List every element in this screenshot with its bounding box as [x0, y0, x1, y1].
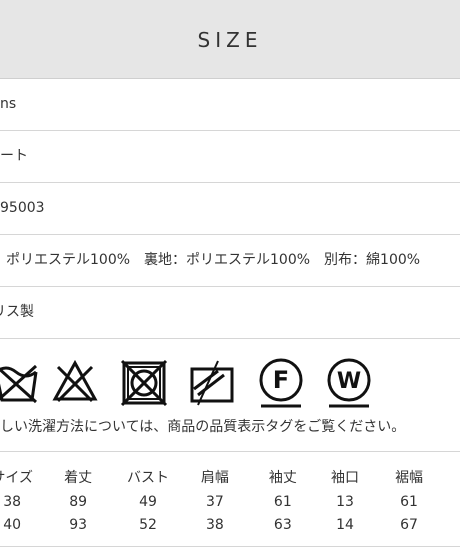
col-length: 着丈: [64, 470, 93, 486]
table-cell: 37: [206, 493, 224, 510]
table-cell: 67: [400, 516, 418, 533]
table-row: 40 93 52 38 63 14 67: [0, 513, 444, 536]
no-bleach-icon: [52, 359, 98, 403]
table-cell: 14: [336, 516, 354, 533]
care-icons: F W: [0, 345, 460, 415]
page-title: SIZE: [197, 28, 263, 52]
size-header: SIZE: [0, 0, 460, 79]
line-dry-icon: [190, 360, 234, 406]
table-cell: 63: [273, 516, 292, 533]
table-cell: 38: [206, 516, 224, 533]
detail-text: ns: [0, 96, 17, 112]
no-dry-clean-icon: [120, 359, 168, 407]
col-bust: バスト: [126, 470, 169, 486]
table-cell: 61: [400, 493, 418, 510]
detail-row: ns: [0, 79, 460, 131]
table-cell: 89: [69, 493, 88, 510]
svg-text:F: F: [273, 366, 289, 394]
table-cell: 13: [336, 493, 354, 510]
col-cuff: 袖口: [330, 470, 359, 486]
table-cell: 40: [3, 516, 22, 533]
divider: [0, 546, 460, 547]
origin-row: ギリス製: [0, 287, 460, 339]
col-sleeve: 袖丈: [268, 470, 297, 486]
material-row: 地：ポリエステル100% 裏地：ポリエステル100% 別布：綿100%: [0, 235, 460, 287]
size-table: サイズ 着丈 バスト 肩幅 袖丈 袖口 裾幅 38 89 49 37 61 13…: [0, 464, 444, 536]
col-hem: 裾幅: [395, 470, 424, 486]
w-wet-clean-icon: W: [327, 358, 371, 408]
col-shoulder: 肩幅: [200, 470, 229, 486]
f-dry-clean-icon: F: [259, 358, 303, 408]
material-text: 地：ポリエステル100% 裏地：ポリエステル100% 別布：綿100%: [0, 252, 421, 268]
table-row: 38 89 49 37 61 13 61: [0, 490, 444, 513]
divider: [0, 451, 460, 452]
origin-text: ギリス製: [0, 304, 34, 320]
detail-row: ート: [0, 131, 460, 183]
detail-row: 95003: [0, 183, 460, 235]
table-cell: 49: [139, 493, 157, 510]
table-cell: 61: [273, 493, 292, 510]
table-cell: 52: [139, 516, 157, 533]
no-tumble-dry-icon: [0, 364, 38, 404]
care-note: 詳しい洗濯方法については、商品の品質表示タグをご覧ください。: [0, 419, 406, 435]
col-size: サイズ: [0, 470, 33, 486]
size-table-header: サイズ 着丈 バスト 肩幅 袖丈 袖口 裾幅: [0, 464, 444, 490]
table-cell: 38: [3, 493, 22, 510]
table-cell: 93: [69, 516, 88, 533]
svg-text:W: W: [337, 369, 361, 394]
detail-text: ート: [0, 148, 28, 164]
detail-text: 95003: [0, 200, 45, 216]
